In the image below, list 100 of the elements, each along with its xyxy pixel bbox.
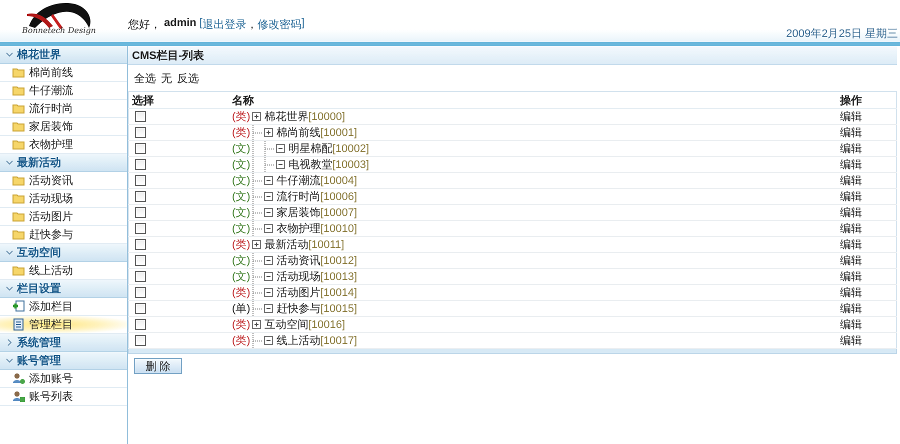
menu-item[interactable]: 流行时尚: [0, 100, 127, 118]
plus-box-icon[interactable]: [263, 128, 274, 137]
checkbox[interactable]: [135, 159, 146, 170]
checkbox[interactable]: [135, 239, 146, 250]
edit-link[interactable]: 编辑: [840, 239, 862, 251]
edit-link[interactable]: 编辑: [840, 143, 862, 155]
menu-item[interactable]: 活动资讯: [0, 172, 127, 190]
menu-item[interactable]: 活动现场: [0, 190, 127, 208]
edit-link[interactable]: 编辑: [840, 127, 862, 139]
checkbox[interactable]: [135, 191, 146, 202]
checkbox[interactable]: [135, 207, 146, 218]
folder-icon: [12, 264, 25, 277]
menu-item[interactable]: 账号列表: [0, 388, 127, 406]
category-id: [10015]: [320, 302, 358, 314]
category-name: 棉尚前线: [276, 126, 320, 140]
menu-item-label: 活动资讯: [29, 174, 73, 188]
edit-link[interactable]: 编辑: [840, 303, 862, 315]
menu-item[interactable]: 牛仔潮流: [0, 82, 127, 100]
checkbox[interactable]: [135, 303, 146, 314]
chevron-right-icon: [6, 339, 13, 346]
edit-link[interactable]: 编辑: [840, 287, 862, 299]
select-link[interactable]: 无: [161, 71, 172, 91]
menu-item[interactable]: 活动图片: [0, 208, 127, 226]
checkbox[interactable]: [135, 127, 146, 138]
edit-link[interactable]: 编辑: [840, 191, 862, 203]
menu-section-header[interactable]: 互动空间: [0, 244, 127, 262]
chevron-down-icon: [6, 357, 13, 364]
edit-link[interactable]: 编辑: [840, 223, 862, 235]
minus-box-icon[interactable]: [263, 224, 274, 233]
edit-link[interactable]: 编辑: [840, 111, 862, 123]
checkbox[interactable]: [135, 255, 146, 266]
type-tag: (文): [232, 141, 250, 156]
folder-icon: [12, 102, 25, 115]
edit-link[interactable]: 编辑: [840, 271, 862, 283]
category-name: 活动资讯: [276, 254, 320, 268]
bracket-text: ]: [301, 17, 305, 31]
edit-link[interactable]: 编辑: [840, 319, 862, 331]
chevron-down-icon: [6, 159, 13, 166]
select-link[interactable]: 全选: [134, 71, 156, 91]
minus-box-icon[interactable]: [275, 160, 286, 169]
minus-box-icon[interactable]: [263, 336, 274, 345]
section-title: 互动空间: [17, 246, 61, 260]
type-tag: (文): [232, 173, 250, 188]
checkbox[interactable]: [135, 287, 146, 298]
category-id: [10002]: [332, 142, 370, 154]
checkbox[interactable]: [135, 111, 146, 122]
checkbox[interactable]: [135, 319, 146, 330]
category-name: 互动空间: [264, 318, 308, 332]
minus-box-icon[interactable]: [263, 208, 274, 217]
menu-section-header[interactable]: 栏目设置: [0, 280, 127, 298]
checkbox[interactable]: [135, 143, 146, 154]
logo-text: Bonnetech Design: [22, 26, 96, 35]
menu-item-label: 流行时尚: [29, 102, 73, 116]
type-tag: (文): [232, 253, 250, 268]
minus-box-icon[interactable]: [263, 256, 274, 265]
category-name: 电视教堂: [288, 158, 332, 172]
header-link[interactable]: 退出登录: [202, 17, 246, 32]
menu-item[interactable]: 家居装饰: [0, 118, 127, 136]
menu-item[interactable]: 棉尚前线: [0, 64, 127, 82]
folder-icon: [12, 228, 25, 241]
category-id: [10013]: [320, 270, 358, 282]
menu-item-label: 家居装饰: [29, 120, 73, 134]
minus-box-icon[interactable]: [263, 272, 274, 281]
type-tag: (类): [232, 285, 250, 300]
header-link[interactable]: 修改密码: [257, 17, 302, 32]
category-id: [10011]: [308, 238, 344, 250]
edit-link[interactable]: 编辑: [840, 159, 862, 171]
plus-box-icon[interactable]: [251, 320, 262, 329]
minus-box-icon[interactable]: [263, 176, 274, 185]
edit-link[interactable]: 编辑: [840, 207, 862, 219]
menu-section-header[interactable]: 系统管理: [0, 334, 127, 352]
type-tag: (类): [232, 237, 250, 252]
type-tag: (类): [232, 317, 250, 332]
minus-box-icon[interactable]: [263, 288, 274, 297]
tree-line-icon: [250, 253, 262, 268]
type-tag: (文): [232, 157, 250, 172]
plus-box-icon[interactable]: [251, 112, 262, 121]
checkbox[interactable]: [135, 175, 146, 186]
category-name: 衣物护理: [276, 222, 320, 236]
menu-section-header[interactable]: 最新活动: [0, 154, 127, 172]
minus-box-icon[interactable]: [275, 144, 286, 153]
menu-item[interactable]: 添加账号: [0, 370, 127, 388]
tree-line-icon: [250, 285, 262, 300]
menu-item-label: 活动现场: [29, 192, 73, 206]
checkbox[interactable]: [135, 335, 146, 346]
type-tag: (文): [232, 269, 250, 284]
minus-box-icon[interactable]: [263, 304, 274, 313]
checkbox[interactable]: [135, 271, 146, 282]
edit-link[interactable]: 编辑: [840, 335, 862, 347]
edit-link[interactable]: 编辑: [840, 255, 862, 267]
delete-button[interactable]: 删 除: [134, 358, 182, 374]
select-link[interactable]: 反选: [177, 71, 199, 91]
minus-box-icon[interactable]: [263, 192, 274, 201]
menu-item[interactable]: 管理栏目: [0, 316, 127, 334]
menu-section-header[interactable]: 棉花世界: [0, 46, 127, 64]
plus-box-icon[interactable]: [251, 240, 262, 249]
edit-link[interactable]: 编辑: [840, 175, 862, 187]
checkbox[interactable]: [135, 223, 146, 234]
menu-section-header[interactable]: 账号管理: [0, 352, 127, 370]
section-title: 账号管理: [17, 354, 61, 368]
